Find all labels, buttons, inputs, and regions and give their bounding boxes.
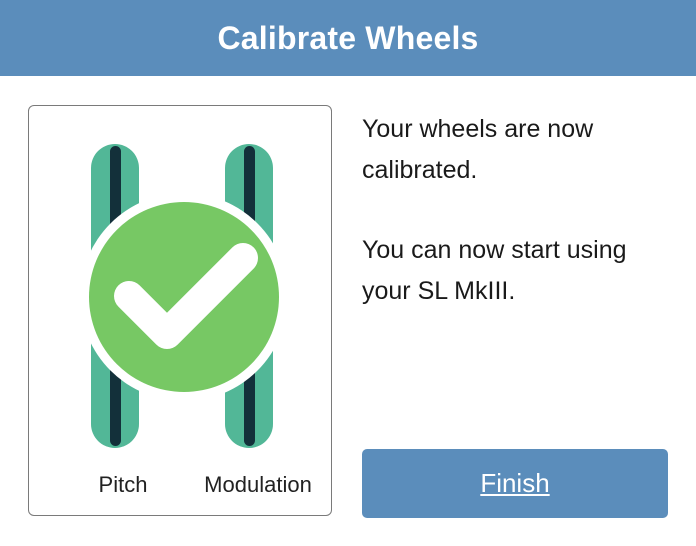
check-circle-icon: [80, 193, 288, 401]
start-using-message: You can now start using your SL MkIII.: [362, 236, 627, 305]
calibrated-message: Your wheels are now calibrated.: [362, 115, 594, 184]
wheels-illustration: [80, 144, 288, 448]
modulation-label: Modulation: [204, 472, 312, 497]
finish-button-label[interactable]: Finish: [480, 468, 549, 499]
pitch-label: Pitch: [98, 472, 148, 497]
finish-button[interactable]: Finish: [362, 449, 668, 518]
title-bar: Calibrate Wheels: [0, 0, 696, 76]
wheel-illustration-panel: Pitch Modulation: [28, 105, 332, 516]
page-title: Calibrate Wheels: [217, 19, 479, 56]
